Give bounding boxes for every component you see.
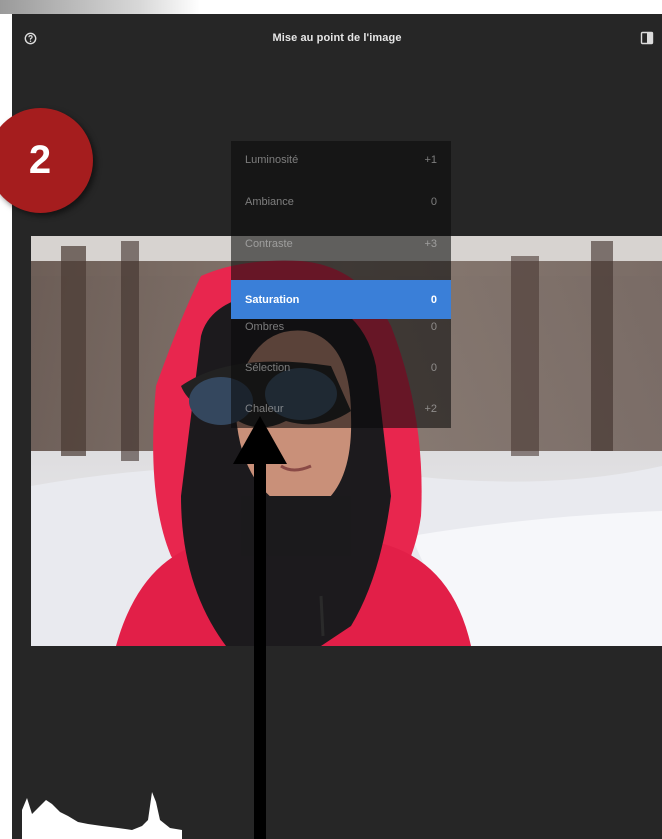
menu-item-ambiance[interactable]: Ambiance 0 bbox=[231, 183, 451, 221]
compare-icon[interactable] bbox=[640, 31, 654, 45]
menu-item-contraste[interactable]: Contraste +3 bbox=[231, 225, 451, 263]
app-window: Mise au point de l'image Luminosité +1 A… bbox=[12, 14, 662, 839]
adjustment-menu: Luminosité +1 Ambiance 0 Contraste +3 Sa… bbox=[231, 141, 451, 428]
histogram bbox=[22, 792, 182, 839]
menu-item-luminosite[interactable]: Luminosité +1 bbox=[231, 141, 451, 179]
arrow-annotation bbox=[233, 416, 287, 839]
background-strip bbox=[0, 0, 200, 14]
page-title: Mise au point de l'image bbox=[272, 32, 402, 44]
menu-item-selection[interactable]: Sélection 0 bbox=[231, 349, 451, 387]
menu-item-ombres[interactable]: Ombres 0 bbox=[231, 308, 451, 346]
